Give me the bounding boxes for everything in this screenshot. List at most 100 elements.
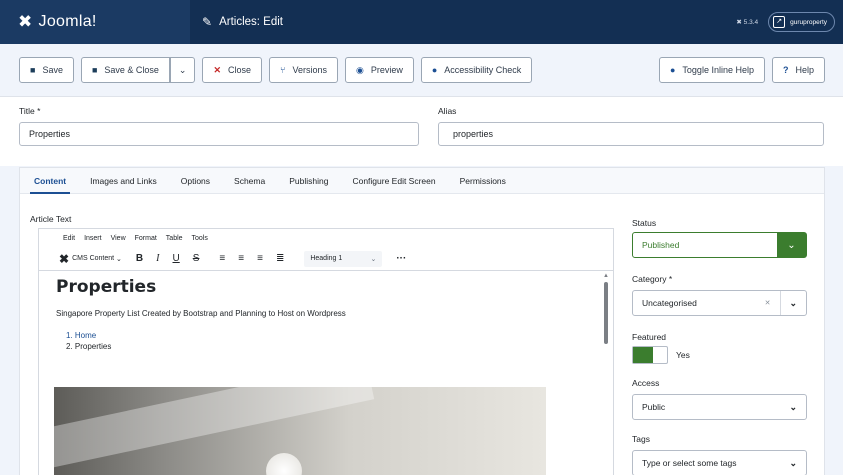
chevron-down-icon: ⌄ [116,255,122,263]
title-alias-card: Title * Properties Alias properties [0,96,843,166]
help-circle-icon: ● [669,65,676,75]
tab-images-and-links[interactable]: Images and Links [86,168,161,194]
status-value: Published [642,240,680,250]
menu-view[interactable]: View [111,235,126,242]
save-close-button[interactable]: ■ Save & Close [80,57,170,83]
alias-input[interactable]: properties [438,122,824,146]
chevron-down-icon: ⌄ [789,401,797,412]
joomla-logo-icon: ✖ [18,12,33,31]
editor-menubar: Edit Insert View Format Table Tools [39,229,613,247]
close-button[interactable]: ✕ Close [202,57,263,83]
access-label: Access [632,378,660,388]
header-right: ✖ 5.3.4 ↗ guruproperty [736,12,835,32]
cms-content-label: CMS Content [72,255,115,262]
tab-content[interactable]: Content [30,168,71,194]
chevron-down-icon: ⌄ [789,457,797,468]
content-heading: Properties [56,277,157,297]
category-select[interactable]: Uncategorised ✕ ⌄ [632,290,807,316]
align-right-icon[interactable]: ≡ [257,253,263,264]
menu-edit[interactable]: Edit [63,235,75,242]
tab-configure-edit-screen[interactable]: Configure Edit Screen [348,168,439,194]
chevron-down-icon: ⌄ [178,64,187,75]
editor-scrollbar[interactable] [604,282,608,344]
branch-icon: ⑂ [280,65,286,75]
save-icon: ■ [91,65,98,75]
save-label: Save [42,65,63,75]
underline-button[interactable]: U [173,253,180,264]
align-center-icon[interactable]: ≡ [238,253,244,264]
menu-table[interactable]: Table [166,235,183,242]
preview-label: Preview [370,65,403,75]
tab-bar: Content Images and Links Options Schema … [20,168,824,194]
content-paragraph: Singapore Property List Created by Boots… [56,309,346,318]
select-divider [780,291,782,315]
status-label: Status [632,218,657,228]
align-justify-icon[interactable]: ≣ [276,253,284,264]
italic-button[interactable]: I [156,253,159,264]
user-menu-button[interactable]: ↗ guruproperty [768,12,835,32]
list-item: 2. Properties [66,342,112,351]
toggle-knob [633,347,653,363]
question-icon: ? [782,65,789,75]
more-options-icon[interactable]: ··· [396,253,406,264]
help-button[interactable]: ? Help [771,57,825,83]
tags-input[interactable]: Type or select some tags ⌄ [632,450,807,475]
toggle-help-label: Toggle Inline Help [682,65,754,75]
toggle-inline-help-button[interactable]: ● Toggle Inline Help [658,57,765,83]
accessibility-icon: ● [431,65,438,75]
chevron-down-icon: ⌄ [777,233,806,257]
tags-label: Tags [632,434,650,444]
tab-options[interactable]: Options [177,168,214,194]
align-left-icon[interactable]: ≡ [219,253,225,264]
alias-input-value: properties [453,129,494,139]
list-item[interactable]: 1. Home [66,330,111,341]
save-button[interactable]: ■ Save [19,57,74,83]
page-title: ✎ Articles: Edit [202,15,283,29]
menu-format[interactable]: Format [135,235,157,242]
help-label: Help [795,65,814,75]
clear-icon[interactable]: ✕ [765,299,771,307]
status-select[interactable]: Published ⌄ [632,232,807,258]
block-format-select[interactable]: Heading 1 ⌄ [304,250,383,267]
joomla-logo-icon: ✖ [59,251,70,266]
save-close-label: Save & Close [104,65,159,75]
external-link-icon: ↗ [773,16,786,28]
save-options-dropdown[interactable]: ⌄ [169,57,196,83]
pencil-icon: ✎ [202,15,213,29]
featured-label: Featured [632,332,667,342]
access-select[interactable]: Public ⌄ [632,394,807,420]
versions-button[interactable]: ⑂ Versions [269,57,338,83]
brand[interactable]: ✖ Joomla! [0,0,190,44]
scroll-up-arrow-icon[interactable]: ▲ [603,273,609,279]
title-input[interactable]: Properties [19,122,419,146]
featured-toggle[interactable] [632,346,668,364]
access-value: Public [642,402,666,412]
version-label: ✖ 5.3.4 [736,19,759,26]
content-image[interactable] [54,387,546,475]
bold-button[interactable]: B [136,253,143,264]
editor-content-area[interactable]: Properties Singapore Property List Creat… [39,272,613,475]
action-toolbar: ■ Save ■ Save & Close ⌄ ✕ Close ⑂ Versio… [19,55,825,85]
image-ceiling-light [266,453,302,475]
menu-tools[interactable]: Tools [192,235,208,242]
chevron-down-icon: ⌄ [789,297,797,308]
strikethrough-button[interactable]: S [193,253,200,264]
category-label: Category * [632,274,673,284]
title-input-value: Properties [29,129,71,139]
preview-button[interactable]: ◉ Preview [344,57,414,83]
eye-icon: ◉ [355,64,364,75]
title-label: Title * [19,106,41,116]
save-icon: ■ [30,65,36,75]
tab-publishing[interactable]: Publishing [285,168,332,194]
accessibility-check-button[interactable]: ● Accessibility Check [420,57,533,83]
menu-insert[interactable]: Insert [84,235,102,242]
accessibility-label: Accessibility Check [444,65,522,75]
article-text-label: Article Text [30,214,72,224]
editor-format-toolbar: ✖ CMS Content ⌄ B I U S ≡ ≡ ≡ ≣ Heading … [39,247,613,271]
tab-schema[interactable]: Schema [230,168,269,194]
block-format-value: Heading 1 [310,255,343,262]
content-list: 1. Home 2. Properties [66,330,111,352]
tab-permissions[interactable]: Permissions [456,168,510,194]
cms-content-dropdown[interactable]: ✖ CMS Content ⌄ [59,252,122,266]
page-title-text: Articles: Edit [219,16,283,28]
